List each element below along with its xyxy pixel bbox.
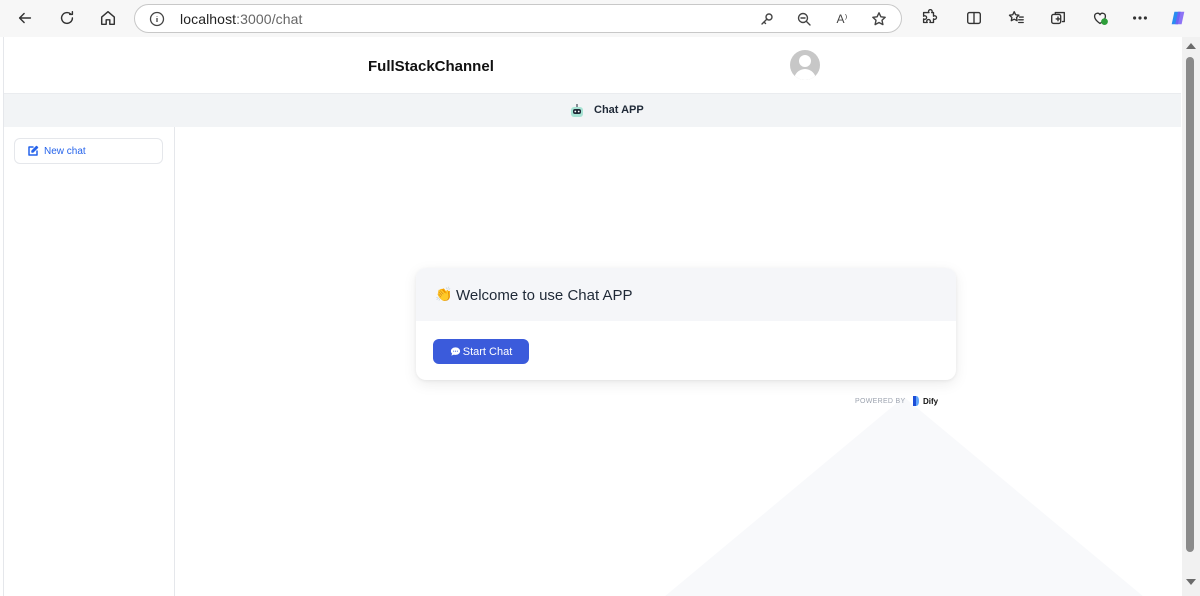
start-chat-label: Start Chat	[462, 345, 513, 358]
robot-icon	[571, 104, 583, 117]
scroll-down-arrow-icon[interactable]	[1186, 579, 1196, 585]
avatar-head	[799, 55, 811, 67]
arrow-left-icon	[18, 12, 32, 24]
zoom-icon[interactable]	[794, 10, 814, 28]
heart-pulse-icon	[1093, 12, 1108, 25]
welcome-header: 👏 Welcome to use Chat APP	[416, 268, 956, 321]
favorites-button[interactable]	[1003, 6, 1029, 30]
url-text[interactable]: localhost:3000/chat	[180, 11, 303, 27]
favorites-list-icon	[1008, 11, 1024, 24]
chat-bubble-icon	[450, 347, 460, 356]
welcome-title: Welcome to use Chat APP	[456, 287, 633, 304]
home-icon	[100, 10, 116, 26]
copilot-button[interactable]	[1165, 6, 1191, 30]
browser-essentials-button[interactable]	[1087, 6, 1113, 30]
browser-toolbar: localhost:3000/chat A⁾	[0, 0, 1200, 37]
read-aloud-icon[interactable]: A⁾	[832, 10, 852, 28]
favorite-star-icon[interactable]	[869, 10, 889, 28]
dify-logo-icon	[913, 396, 919, 406]
more-menu-button[interactable]	[1127, 6, 1153, 30]
avatar[interactable]	[790, 50, 820, 80]
collections-button[interactable]	[1045, 6, 1071, 30]
powered-by-label: POWERED BY	[855, 398, 906, 405]
password-key-icon[interactable]	[757, 10, 777, 28]
url-host: localhost	[180, 11, 237, 27]
url-path: :3000/chat	[236, 11, 303, 27]
sidebar: New chat	[4, 127, 175, 596]
page-title: FullStackChannel	[368, 58, 494, 75]
scroll-up-arrow-icon[interactable]	[1186, 43, 1196, 49]
puzzle-icon	[922, 9, 938, 24]
start-chat-button[interactable]: Start Chat	[433, 339, 529, 364]
clapping-hands-icon: 👏	[435, 286, 453, 302]
site-info-icon[interactable]	[149, 11, 165, 27]
split-screen-button[interactable]	[961, 6, 987, 30]
app-name: Chat APP	[594, 104, 644, 116]
back-button[interactable]	[12, 6, 38, 30]
app-bar: Chat APP	[4, 93, 1181, 127]
scrollbar[interactable]	[1182, 37, 1200, 596]
dify-brand: Dify	[923, 397, 939, 406]
page-viewport: FullStackChannel Chat APP New chat 👏 Wel…	[3, 37, 1181, 596]
background-decoration	[664, 397, 1144, 596]
home-button[interactable]	[95, 6, 121, 30]
extensions-button[interactable]	[916, 6, 942, 30]
site-header: FullStackChannel	[4, 37, 1181, 93]
avatar-body	[794, 69, 816, 80]
split-screen-icon	[967, 11, 981, 25]
refresh-button[interactable]	[54, 6, 80, 30]
new-chat-button[interactable]: New chat	[14, 138, 163, 164]
copilot-icon	[1171, 11, 1185, 25]
address-bar[interactable]: localhost:3000/chat A⁾	[134, 4, 902, 33]
scroll-thumb[interactable]	[1186, 57, 1194, 552]
read-aloud-label: A⁾	[836, 12, 848, 26]
collections-icon	[1051, 11, 1065, 25]
new-chat-label: New chat	[44, 146, 86, 157]
refresh-icon	[60, 10, 74, 25]
welcome-card: 👏 Welcome to use Chat APP Start Chat	[416, 268, 956, 380]
more-dots-icon	[1133, 16, 1147, 20]
edit-pencil-icon	[28, 145, 39, 156]
